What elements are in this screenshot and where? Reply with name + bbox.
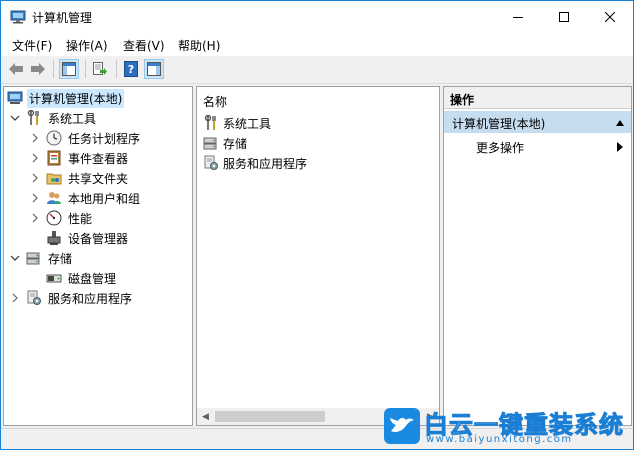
list-item-label: 存储: [223, 136, 248, 151]
export-list-icon[interactable]: [90, 59, 110, 79]
action-group-computer-management[interactable]: 计算机管理(本地): [444, 111, 631, 133]
shared-folder-icon: [46, 170, 62, 186]
menu-help[interactable]: 帮助(H): [178, 37, 220, 54]
more-actions-item[interactable]: 更多操作: [476, 139, 524, 156]
scroll-thumb[interactable]: [215, 411, 325, 422]
users-icon: [46, 190, 62, 206]
tree-item-disk-management[interactable]: 磁盘管理: [46, 268, 118, 288]
close-button[interactable]: [587, 1, 633, 32]
tree-item-label: 磁盘管理: [68, 271, 117, 286]
show-action-pane-icon[interactable]: [144, 59, 164, 79]
tree-item-label: 服务和应用程序: [48, 291, 133, 306]
action-pane-header: 操作: [444, 87, 631, 109]
event-viewer-icon: [46, 150, 62, 166]
chevron-right-icon[interactable]: [30, 173, 40, 183]
chevron-right-icon[interactable]: [30, 153, 40, 163]
column-header-name[interactable]: 名称: [203, 93, 227, 110]
window-title: 计算机管理: [32, 11, 93, 25]
scroll-left-icon[interactable]: ◀: [197, 408, 214, 425]
toolbar-separator: [85, 60, 86, 78]
tree-root[interactable]: 计算机管理(本地): [7, 88, 125, 108]
list-item-storage[interactable]: 存储: [203, 133, 247, 153]
computer-management-icon: [7, 90, 23, 106]
tree-item-event-viewer[interactable]: 事件查看器: [30, 148, 130, 168]
tree-item-performance[interactable]: 性能: [30, 208, 94, 228]
show-tree-icon[interactable]: [59, 59, 79, 79]
tree-root-label: 计算机管理(本地): [27, 88, 125, 108]
back-arrow-icon[interactable]: [6, 59, 26, 79]
toolbar-separator: [53, 60, 54, 78]
performance-icon: [46, 210, 62, 226]
tree-item-device-manager[interactable]: 设备管理器: [46, 228, 130, 248]
navigation-tree: 计算机管理(本地) 系统工具 任务计划程序 事件查看器 共享文件夹 本地用户和组: [3, 86, 193, 426]
list-item-label: 系统工具: [223, 116, 272, 131]
tree-item-label: 性能: [68, 211, 93, 226]
services-icon: [203, 155, 219, 171]
collapse-up-icon[interactable]: [615, 116, 625, 130]
toolbar-separator: [116, 60, 117, 78]
storage-icon: [26, 250, 42, 266]
action-pane: 操作 计算机管理(本地) 更多操作: [443, 86, 632, 426]
minimize-button[interactable]: [495, 1, 541, 32]
svg-text:?: ?: [128, 63, 134, 76]
tree-item-system-tools[interactable]: 系统工具: [10, 108, 98, 128]
chevron-right-icon[interactable]: [30, 193, 40, 203]
tree-item-label: 存储: [48, 251, 73, 266]
title-bar: 计算机管理: [1, 1, 633, 32]
menu-bar: 文件(F) 操作(A) 查看(V) 帮助(H): [1, 32, 633, 56]
disk-management-icon: [46, 270, 62, 286]
bird-logo-icon: [384, 408, 420, 444]
device-manager-icon: [46, 230, 62, 246]
toolbar: ?: [1, 56, 633, 84]
list-item-services-apps[interactable]: 服务和应用程序: [203, 153, 307, 173]
tree-item-services-apps[interactable]: 服务和应用程序: [10, 288, 134, 308]
tree-item-shared-folders[interactable]: 共享文件夹: [30, 168, 130, 188]
action-group-label: 计算机管理(本地): [452, 117, 546, 131]
tree-item-task-scheduler[interactable]: 任务计划程序: [30, 128, 142, 148]
tree-item-label: 事件查看器: [68, 151, 129, 166]
tree-item-label: 设备管理器: [68, 231, 129, 246]
services-icon: [26, 290, 42, 306]
tree-item-label: 本地用户和组: [68, 191, 141, 206]
tree-item-label: 系统工具: [48, 111, 97, 126]
computer-management-icon: [10, 10, 26, 24]
tree-item-storage[interactable]: 存储: [10, 248, 74, 268]
system-tools-icon: [203, 115, 219, 131]
chevron-down-icon[interactable]: [10, 253, 20, 263]
maximize-button[interactable]: [541, 1, 587, 32]
menu-view[interactable]: 查看(V): [123, 37, 165, 54]
submenu-right-icon: [617, 141, 623, 155]
content-list: 名称 系统工具 存储 服务和应用程序 ◀ ▶: [196, 86, 440, 426]
watermark: 白云一键重装系统 www.baiyunxitong.com: [380, 404, 630, 448]
list-item-label: 服务和应用程序: [223, 156, 308, 171]
tree-item-label: 共享文件夹: [68, 171, 129, 186]
storage-icon: [203, 135, 219, 151]
menu-file[interactable]: 文件(F): [12, 37, 52, 54]
menu-action[interactable]: 操作(A): [66, 37, 108, 54]
forward-arrow-icon[interactable]: [28, 59, 48, 79]
chevron-right-icon[interactable]: [30, 213, 40, 223]
chevron-right-icon[interactable]: [30, 133, 40, 143]
tree-item-label: 任务计划程序: [68, 131, 141, 146]
chevron-down-icon[interactable]: [10, 113, 20, 123]
chevron-right-icon[interactable]: [10, 293, 20, 303]
watermark-url: www.baiyunxitong.com: [426, 434, 573, 445]
tree-item-local-users[interactable]: 本地用户和组: [30, 188, 142, 208]
clock-icon: [46, 130, 62, 146]
system-tools-icon: [26, 110, 42, 126]
computer-management-window: 计算机管理 文件(F) 操作(A) 查看(V) 帮助(H) ? 计算机管理(本地…: [0, 0, 634, 450]
help-icon[interactable]: ?: [121, 59, 141, 79]
list-item-system-tools[interactable]: 系统工具: [203, 113, 271, 133]
